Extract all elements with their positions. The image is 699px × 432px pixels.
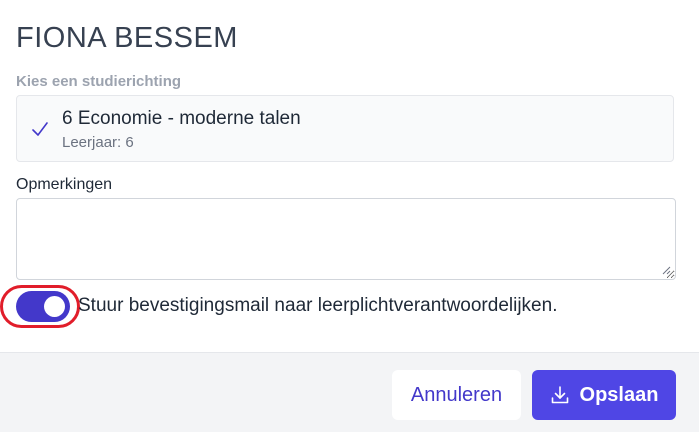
selected-studierichting-option[interactable]: 6 Economie - moderne talen Leerjaar: 6 xyxy=(16,95,674,162)
download-icon xyxy=(551,386,568,404)
toggle-knob xyxy=(44,296,65,317)
studierichting-label: Kies een studierichting xyxy=(16,73,182,90)
cancel-button[interactable]: Annuleren xyxy=(392,370,521,420)
notes-textarea[interactable] xyxy=(16,198,676,280)
confirmation-mail-label: Stuur bevestigingsmail naar leerplichtve… xyxy=(78,295,558,316)
resize-handle-icon[interactable] xyxy=(661,265,671,275)
option-subtitle: Leerjaar: 6 xyxy=(62,134,134,151)
cancel-button-label: Annuleren xyxy=(410,383,503,406)
save-button-label: Opslaan xyxy=(579,383,659,406)
option-name: 6 Economie - moderne talen xyxy=(62,108,301,129)
notes-label: Opmerkingen xyxy=(16,176,113,193)
dialog-footer: Annuleren Opslaan xyxy=(0,352,699,432)
dialog-title: FIONA BESSEM xyxy=(16,22,238,54)
save-button[interactable]: Opslaan xyxy=(532,370,676,420)
check-icon xyxy=(32,122,48,136)
confirmation-mail-toggle[interactable] xyxy=(16,291,70,322)
